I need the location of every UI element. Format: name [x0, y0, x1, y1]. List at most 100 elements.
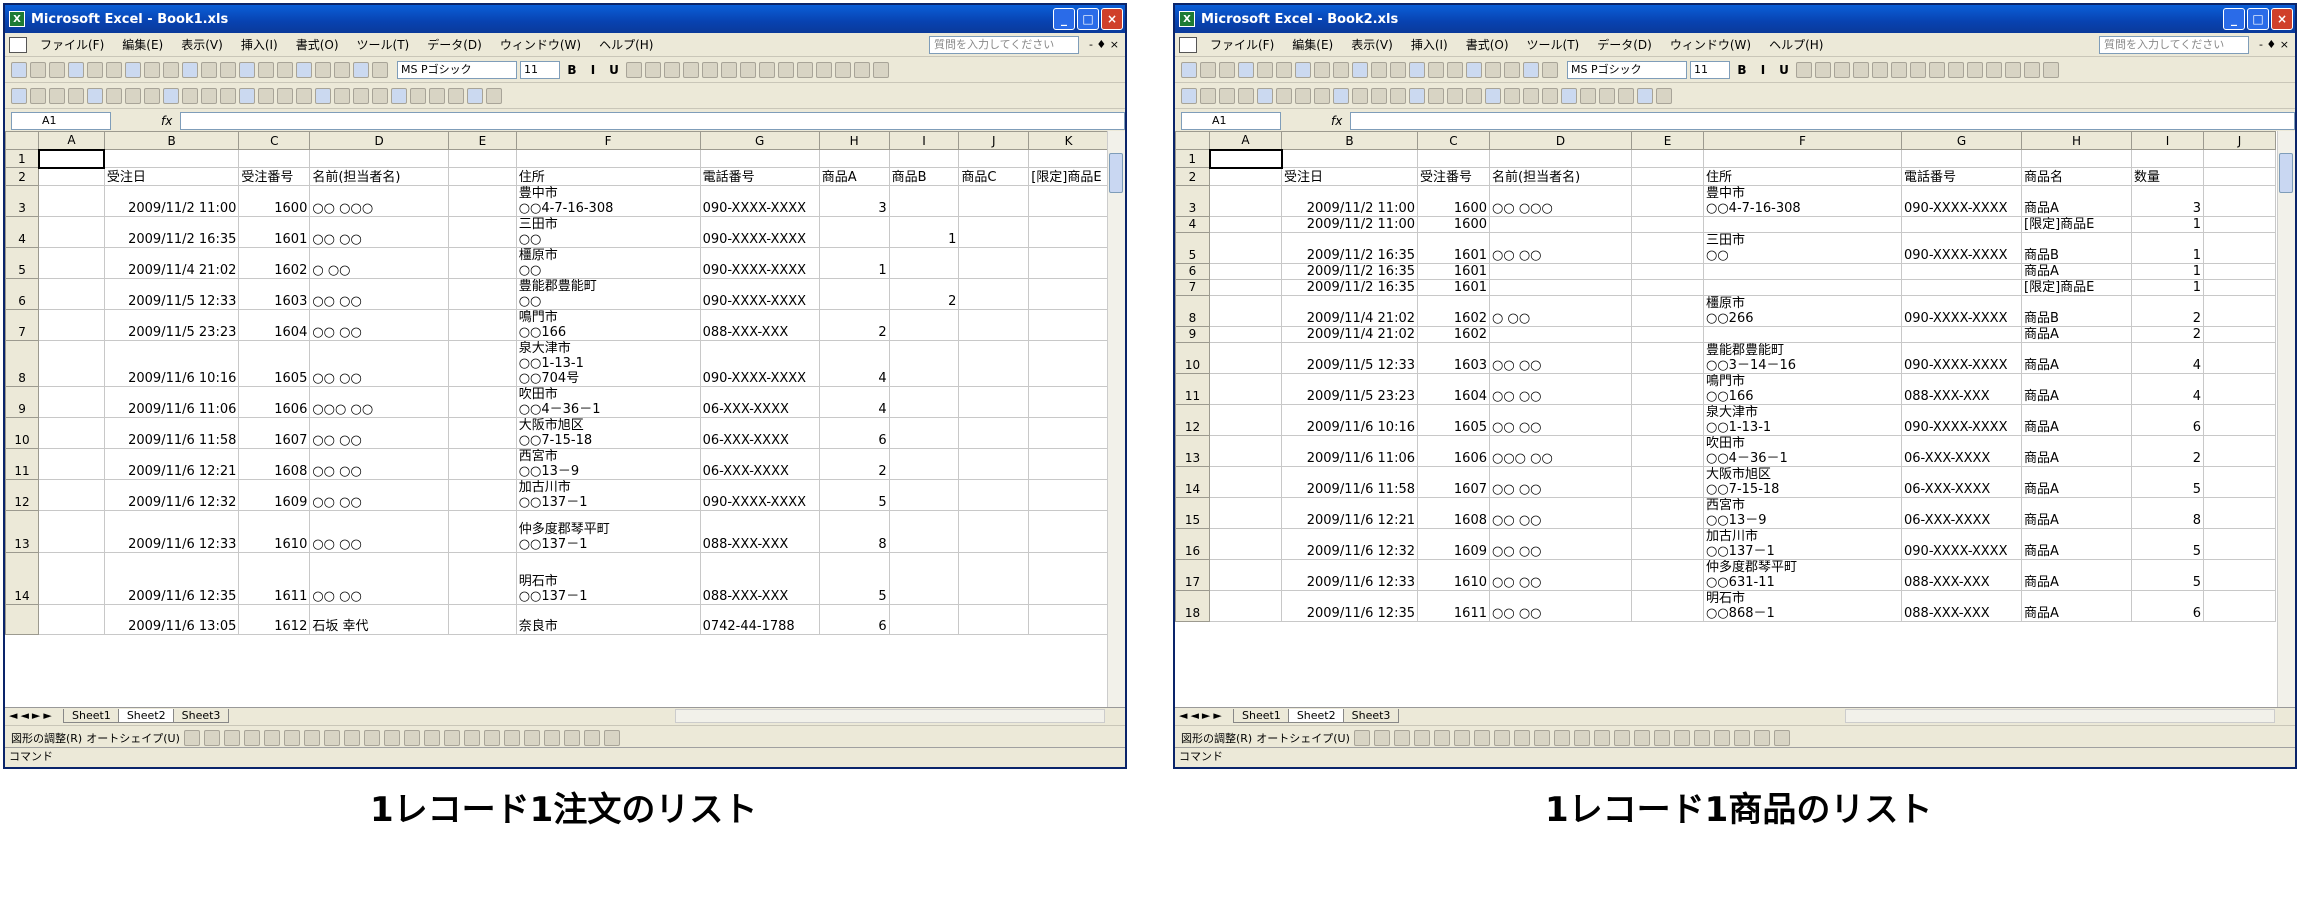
cell[interactable] [448, 247, 517, 279]
cell[interactable]: 2009/11/2 16:35 [103, 216, 240, 248]
toolbar-icon[interactable] [277, 61, 293, 78]
cell[interactable]: 商品A [818, 167, 890, 186]
cell[interactable]: 090-XXXX-XXXX [1901, 185, 2022, 217]
cell[interactable]: 商品A [2021, 185, 2132, 217]
cell[interactable] [448, 479, 517, 511]
italic-button[interactable]: I [1754, 63, 1772, 77]
font-name-select[interactable]: MS Pゴシック [397, 60, 517, 79]
cell[interactable] [309, 149, 450, 168]
cell[interactable]: 5 [2131, 466, 2204, 498]
row-header[interactable]: 4 [1175, 216, 1210, 233]
forms-icon[interactable] [1371, 87, 1387, 104]
drawing-icon[interactable] [383, 729, 400, 746]
cell[interactable] [448, 278, 517, 310]
cell[interactable]: 090-XXXX-XXXX [1901, 528, 2022, 560]
cell[interactable]: 088-XXX-XXX [1901, 590, 2022, 622]
mdi-controls[interactable]: - ♦ × [2259, 38, 2289, 51]
column-header[interactable]: F [1703, 131, 1902, 150]
cell[interactable] [1209, 342, 1282, 374]
toolbar-icon[interactable] [1504, 61, 1520, 78]
menu-item[interactable]: 挿入(I) [232, 36, 287, 53]
toolbar-icon[interactable] [182, 61, 198, 78]
cell[interactable]: 8 [818, 510, 890, 553]
cell[interactable]: ○○ ○○ [1489, 559, 1632, 591]
cell[interactable]: 商品A [2021, 373, 2132, 405]
format-icon[interactable] [1948, 61, 1964, 78]
cell[interactable]: 1607 [238, 417, 311, 449]
cell[interactable] [888, 604, 960, 635]
cell[interactable]: 加古川市 ○○137－1 [515, 479, 701, 511]
underline-button[interactable]: U [1775, 63, 1793, 77]
forms-icon[interactable] [1466, 87, 1482, 104]
forms-icon[interactable] [1542, 87, 1558, 104]
cell[interactable] [448, 448, 517, 480]
cell[interactable]: ○○ ○○ [309, 552, 450, 605]
drawing-icon[interactable] [323, 729, 340, 746]
toolbar-icon[interactable] [372, 61, 388, 78]
menu-item[interactable]: ツール(T) [1518, 36, 1589, 53]
cell[interactable] [1631, 216, 1704, 233]
cell[interactable]: 西宮市 ○○13－9 [1703, 497, 1902, 529]
cell[interactable] [448, 386, 517, 418]
format-icon[interactable] [1910, 61, 1926, 78]
cell[interactable] [1631, 342, 1704, 374]
cell[interactable]: 2009/11/6 12:35 [1281, 590, 1418, 622]
row-header[interactable]: 12 [5, 479, 40, 511]
cell[interactable]: 1609 [238, 479, 311, 511]
cell[interactable]: 大阪市旭区 ○○7-15-18 [515, 417, 701, 449]
forms-icon[interactable] [1637, 87, 1653, 104]
format-icon[interactable] [645, 61, 661, 78]
cell[interactable]: 1610 [1417, 559, 1490, 591]
cell[interactable]: 2009/11/2 16:35 [1281, 232, 1418, 264]
row-header[interactable]: 11 [1175, 373, 1210, 405]
drawing-icon[interactable] [403, 729, 420, 746]
forms-icon[interactable] [1390, 87, 1406, 104]
toolbar-icon[interactable] [1542, 61, 1558, 78]
forms-icon[interactable] [1333, 87, 1349, 104]
cell[interactable]: 吹田市 ○○4－36－1 [515, 386, 701, 418]
cell[interactable] [1209, 295, 1282, 327]
drawing-icon[interactable] [1773, 729, 1790, 746]
format-icon[interactable] [1815, 61, 1831, 78]
cell[interactable] [2203, 466, 2276, 498]
forms-icon[interactable] [1200, 87, 1216, 104]
cell[interactable] [1631, 528, 1704, 560]
cell[interactable]: 8 [2131, 497, 2204, 529]
cell[interactable]: 1608 [238, 448, 311, 480]
cell[interactable]: ○○ ○○ [1489, 342, 1632, 374]
format-icon[interactable] [702, 61, 718, 78]
cell[interactable]: ○○ ○○ [309, 448, 450, 480]
maximize-button[interactable]: □ [2247, 8, 2269, 30]
cell[interactable]: 1601 [1417, 263, 1490, 280]
row-header[interactable]: 13 [1175, 435, 1210, 467]
row-header[interactable]: 2 [5, 167, 40, 186]
cell[interactable]: ○○ ○○ [1489, 466, 1632, 498]
cell[interactable] [448, 340, 517, 387]
cell[interactable] [38, 386, 105, 418]
cell[interactable] [1028, 185, 1109, 217]
cell[interactable] [1209, 404, 1282, 436]
toolbar-icon[interactable] [87, 61, 103, 78]
drawing-icon[interactable] [283, 729, 300, 746]
drawing-icon[interactable] [1593, 729, 1610, 746]
cell[interactable]: 1603 [238, 278, 311, 310]
row-header[interactable]: 8 [1175, 295, 1210, 327]
cell[interactable]: 1 [2131, 279, 2204, 296]
cell[interactable] [1028, 247, 1109, 279]
cell[interactable]: 1 [2131, 232, 2204, 264]
cell[interactable]: 2009/11/6 11:06 [103, 386, 240, 418]
row-header[interactable]: 5 [5, 247, 40, 279]
cell[interactable] [1631, 404, 1704, 436]
sheet-tab[interactable]: Sheet3 [172, 708, 230, 723]
workbook-icon[interactable] [1179, 36, 1197, 53]
forms-icon[interactable] [315, 87, 331, 104]
cell[interactable]: 商品B [2021, 295, 2132, 327]
cell[interactable] [1631, 167, 1704, 186]
cell[interactable] [448, 185, 517, 217]
cell[interactable]: 2 [2131, 435, 2204, 467]
cell[interactable]: 2009/11/6 10:16 [1281, 404, 1418, 436]
drawing-icon[interactable] [343, 729, 360, 746]
drawing-icon[interactable] [1673, 729, 1690, 746]
cell[interactable] [37, 148, 106, 169]
cell[interactable]: 06-XXX-XXXX [699, 417, 820, 449]
